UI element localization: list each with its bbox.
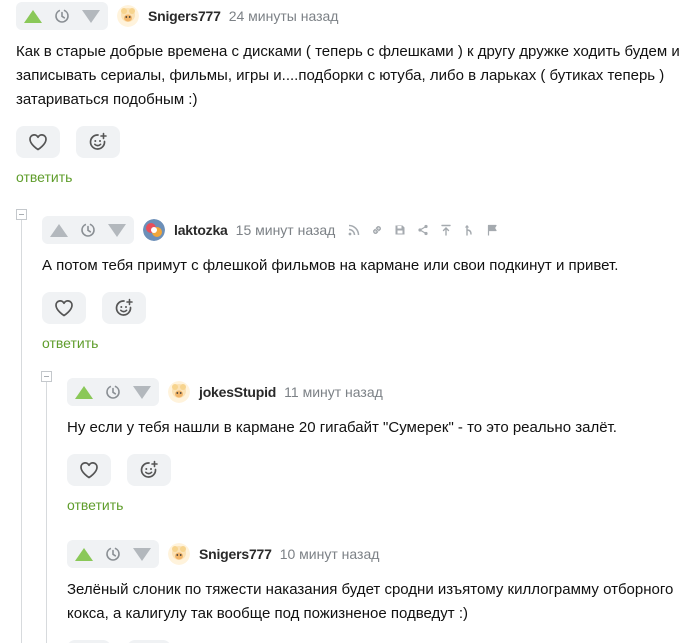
downvote-icon (133, 547, 151, 561)
flag-icon[interactable] (485, 223, 499, 237)
comment-header: laktozka 15 минут назад (42, 216, 692, 244)
reply-link[interactable]: ответить (67, 497, 692, 513)
sheep-avatar-icon[interactable] (117, 5, 139, 27)
comment-tools (347, 223, 499, 237)
comment-time[interactable]: 15 минут назад (236, 222, 336, 238)
heart-icon (80, 462, 98, 479)
downvote-button[interactable] (131, 543, 153, 565)
like-button[interactable] (67, 454, 111, 486)
downvote-icon (108, 223, 126, 237)
downvote-icon (82, 9, 100, 23)
comment-time[interactable]: 11 минут назад (284, 384, 383, 400)
sheep-avatar-icon[interactable] (168, 381, 190, 403)
comment: Snigers777 24 минуты назад Как в старые … (16, 2, 696, 185)
vote-bar (16, 2, 108, 30)
vote-bar (67, 378, 159, 406)
upvote-icon (75, 385, 93, 399)
heart-icon (55, 300, 73, 317)
comment-actions (42, 292, 692, 324)
reply-link[interactable]: ответить (42, 335, 692, 351)
reaction-button[interactable] (102, 292, 146, 324)
vote-bar (42, 216, 134, 244)
upvote-button[interactable] (22, 5, 44, 27)
downvote-icon (133, 385, 151, 399)
upvote-button[interactable] (73, 543, 95, 565)
arrow-up-icon[interactable] (439, 223, 453, 237)
add-reaction-icon (115, 298, 133, 316)
author-name[interactable]: jokesStupid (199, 384, 276, 400)
comment-text: Как в старые добрые времена с дисками ( … (16, 43, 680, 108)
branch-icon[interactable] (462, 223, 476, 237)
clock-icon (106, 385, 120, 399)
author-name[interactable]: laktozka (174, 222, 228, 238)
upvote-button[interactable] (73, 381, 95, 403)
upvote-icon (50, 223, 68, 237)
collapse-thread-button[interactable] (16, 209, 27, 220)
heart-icon (29, 134, 47, 151)
comment: jokesStupid 11 минут назад Ну если у теб… (67, 378, 692, 513)
clock-icon (81, 223, 95, 237)
author-name[interactable]: Snigers777 (148, 8, 221, 24)
reaction-button[interactable] (127, 454, 171, 486)
thread-line (21, 220, 22, 643)
share-icon[interactable] (416, 223, 430, 237)
upvote-icon (24, 9, 42, 23)
upvote-button[interactable] (48, 219, 70, 241)
vote-bar (67, 540, 159, 568)
save-icon[interactable] (393, 223, 407, 237)
comment-actions (67, 454, 692, 486)
reply-link[interactable]: ответить (16, 169, 696, 185)
clock-icon (106, 547, 120, 561)
collapse-thread-button[interactable] (41, 371, 52, 382)
thread-line (46, 382, 47, 643)
upvote-icon (75, 547, 93, 561)
downvote-button[interactable] (106, 219, 128, 241)
comment: Snigers777 10 минут назад Зелёный слоник… (67, 540, 697, 643)
comment-actions (16, 126, 696, 158)
comment-time[interactable]: 10 минут назад (280, 546, 380, 562)
downvote-button[interactable] (80, 5, 102, 27)
downvote-button[interactable] (131, 381, 153, 403)
comment-header: Snigers777 10 минут назад (67, 540, 697, 568)
comment-text: А потом тебя примут с флешкой фильмов на… (42, 257, 619, 274)
comment-header: jokesStupid 11 минут назад (67, 378, 692, 406)
comment-header: Snigers777 24 минуты назад (16, 2, 696, 30)
author-name[interactable]: Snigers777 (199, 546, 272, 562)
clock-button[interactable] (51, 5, 73, 27)
clock-button[interactable] (102, 543, 124, 565)
link-icon[interactable] (370, 223, 384, 237)
colorful-avatar-icon[interactable] (143, 219, 165, 241)
clock-button[interactable] (102, 381, 124, 403)
reaction-button[interactable] (76, 126, 120, 158)
add-reaction-icon (140, 460, 158, 478)
rss-icon[interactable] (347, 223, 361, 237)
clock-button[interactable] (77, 219, 99, 241)
clock-icon (55, 9, 69, 23)
comment-text: Зелёный слоник по тяжести наказания буде… (67, 581, 674, 622)
like-button[interactable] (16, 126, 60, 158)
sheep-avatar-icon[interactable] (168, 543, 190, 565)
comment: laktozka 15 минут назад А потом тебя при… (42, 216, 692, 351)
like-button[interactable] (42, 292, 86, 324)
add-reaction-icon (89, 132, 107, 150)
comment-text: Ну если у тебя нашли в кармане 20 гигаба… (67, 419, 617, 436)
comment-time[interactable]: 24 минуты назад (229, 8, 339, 24)
